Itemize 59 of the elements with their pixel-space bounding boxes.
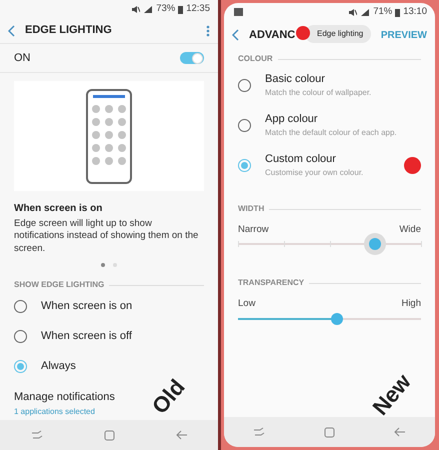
caption-text: Edge screen will light up to show notifications instead of showing them on the screen. [13, 218, 200, 256]
section-header: COLOUR [238, 53, 273, 65]
battery-icon [178, 4, 184, 14]
radio-button[interactable] [238, 78, 251, 92]
toggle-switch[interactable] [180, 52, 204, 64]
option-subtitle: Match the default colour of each app. [265, 127, 398, 140]
recent-apps-icon[interactable] [30, 430, 42, 440]
option-title: Custom colour [265, 152, 337, 167]
option-title: Basic colour [265, 72, 326, 87]
section-header: TRANSPARENCY [238, 277, 304, 290]
section-header: SHOW EDGE LIGHTING [14, 279, 104, 292]
back-icon[interactable] [394, 427, 406, 437]
recent-apps-icon[interactable] [253, 427, 266, 437]
clock-time: 12:35 [186, 2, 210, 16]
manage-title: Manage notifications [14, 390, 115, 406]
more-options-icon[interactable] [206, 24, 210, 36]
annotation-label: Old [146, 373, 191, 421]
page-dot[interactable] [101, 263, 105, 268]
screen-title: ADVANC [249, 28, 296, 43]
radio-button[interactable] [238, 158, 251, 172]
radio-button[interactable] [14, 360, 27, 373]
radio-button[interactable] [14, 300, 27, 313]
home-icon[interactable] [324, 426, 335, 438]
toast-message: Edge lighting [305, 25, 372, 43]
home-icon[interactable] [104, 430, 114, 440]
screen-title: EDGE LIGHTING [25, 23, 112, 38]
battery-percentage: 73% [156, 2, 176, 16]
slider-thumb[interactable] [369, 238, 382, 250]
back-icon[interactable] [8, 24, 15, 36]
mute-icon [131, 4, 140, 14]
radio-button[interactable] [238, 118, 251, 132]
manage-subtitle: 1 applications selected [14, 406, 95, 418]
option-label: When screen is on [41, 298, 132, 314]
preview-button[interactable]: PREVIEW [380, 28, 427, 42]
switch-label: ON [14, 50, 30, 66]
back-icon[interactable] [232, 29, 239, 41]
clock-time: 13:10 [403, 4, 427, 19]
slider-max-label: High [401, 297, 421, 312]
option-subtitle: Match the colour of wallpaper. [265, 87, 372, 100]
battery-icon [395, 8, 400, 16]
slider-min-label: Narrow [238, 223, 269, 237]
notification-dot [296, 26, 310, 40]
option-subtitle: Customise your own colour. [265, 167, 364, 180]
colour-swatch[interactable] [404, 156, 421, 174]
slider-max-label: Wide [399, 223, 421, 237]
option-label: Always [41, 358, 76, 374]
option-title: App colour [265, 112, 319, 127]
signal-icon [143, 4, 154, 14]
slider-min-label: Low [238, 297, 256, 312]
slider-thumb[interactable] [330, 312, 343, 324]
mute-icon [348, 8, 358, 16]
signal-icon [360, 8, 370, 16]
battery-percentage: 71% [373, 4, 392, 19]
option-label: When screen is off [41, 328, 132, 344]
back-icon[interactable] [176, 430, 188, 440]
gallery-icon [234, 8, 243, 16]
radio-button[interactable] [14, 330, 27, 343]
section-header: WIDTH [238, 203, 264, 215]
caption-title: When screen is on [13, 202, 104, 216]
